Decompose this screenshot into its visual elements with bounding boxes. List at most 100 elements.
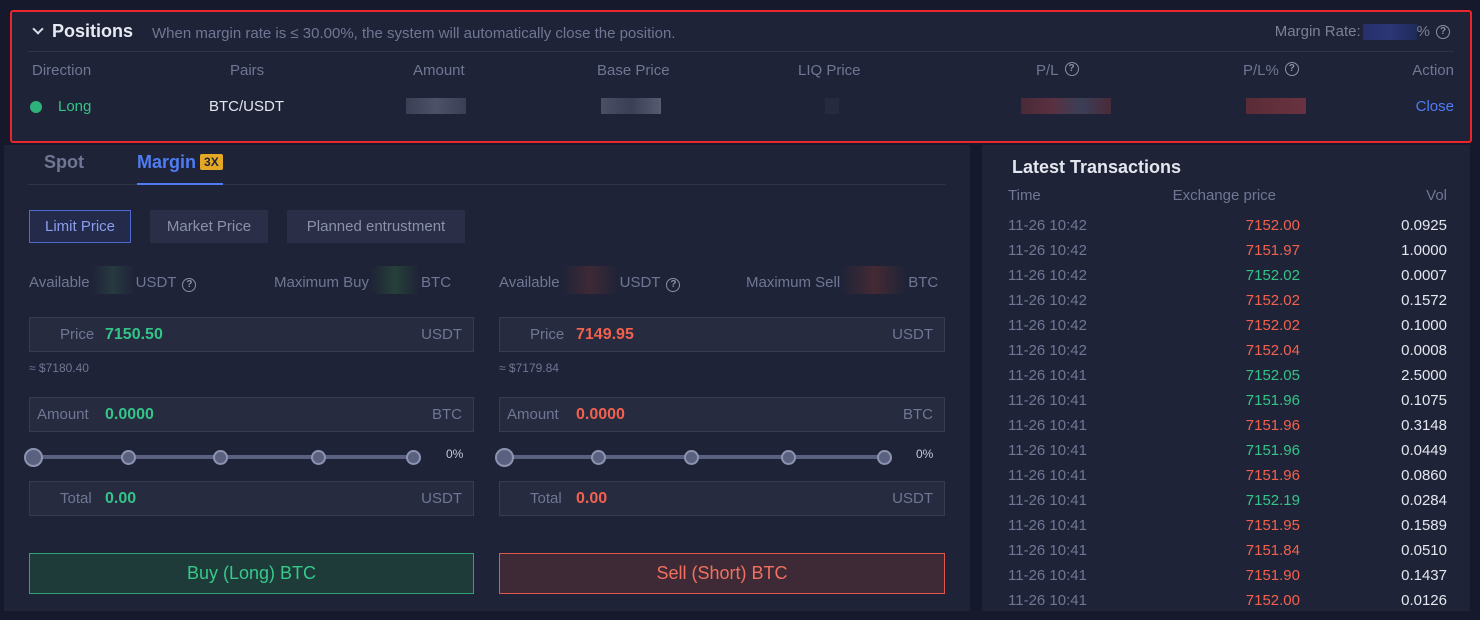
maximum-buy: Maximum Buy BTC	[274, 266, 451, 294]
slider-step-75[interactable]	[781, 450, 796, 465]
base-price-value-blurred	[601, 98, 661, 114]
col-time: Time	[1008, 187, 1041, 204]
sell-amount-input[interactable]: Amount 0.0000 BTC	[499, 397, 945, 432]
transaction-volume: 0.0008	[1401, 342, 1447, 359]
transaction-price: 7152.19	[1245, 492, 1300, 509]
trade-tabs: Spot Margin 3X	[28, 145, 946, 185]
help-icon[interactable]: ?	[666, 277, 681, 292]
list-item: 11-26 10:42 7152.02 0.1000	[982, 317, 1470, 342]
transaction-volume: 2.5000	[1401, 367, 1447, 384]
list-item: 11-26 10:42 7152.02 0.0007	[982, 267, 1470, 292]
buy-amount-slider[interactable]	[24, 447, 424, 467]
col-direction: Direction	[32, 62, 92, 79]
slider-handle[interactable]	[24, 448, 43, 467]
pair-value: BTC/USDT	[209, 98, 284, 115]
list-item: 11-26 10:42 7152.04 0.0008	[982, 342, 1470, 367]
transaction-price: 7151.96	[1245, 467, 1300, 484]
sell-short-button[interactable]: Sell (Short) BTC	[499, 553, 945, 594]
slider-handle[interactable]	[495, 448, 514, 467]
buy-amount-input[interactable]: Amount 0.0000 BTC	[29, 397, 474, 432]
positions-header: Positions When margin rate is ≤ 30.00%, …	[28, 12, 1454, 52]
help-icon[interactable]: ?	[1064, 62, 1079, 76]
list-item: 11-26 10:42 7152.00 0.0925	[982, 217, 1470, 242]
tab-margin[interactable]: Margin 3X	[137, 152, 223, 185]
slider-step-25[interactable]	[121, 450, 136, 465]
col-pl: P/L?	[1036, 62, 1079, 79]
buy-amount-value[interactable]: 0.0000	[105, 406, 154, 424]
list-item: 11-26 10:41 7152.19 0.0284	[982, 492, 1470, 517]
transaction-price: 7151.96	[1245, 392, 1300, 409]
col-amount: Amount	[413, 62, 465, 79]
sell-price-input[interactable]: Price 7149.95 USDT	[499, 317, 945, 352]
transaction-volume: 0.0510	[1401, 542, 1447, 559]
market-price-button[interactable]: Market Price	[150, 210, 268, 243]
list-item: 11-26 10:41 7152.00 0.0126	[982, 592, 1470, 617]
transaction-time: 11-26 10:41	[1008, 567, 1087, 584]
list-item: 11-26 10:41 7151.90 0.1437	[982, 567, 1470, 592]
transaction-time: 11-26 10:41	[1008, 367, 1087, 384]
list-item: 11-26 10:41 7151.96 0.3148	[982, 417, 1470, 442]
slider-step-75[interactable]	[311, 450, 326, 465]
sell-amount-slider[interactable]	[495, 447, 895, 467]
direction-value: Long	[58, 98, 92, 115]
buy-total-input[interactable]: Total 0.00 USDT	[29, 481, 474, 516]
transaction-time: 11-26 10:41	[1008, 417, 1087, 434]
transaction-volume: 0.0449	[1401, 442, 1447, 459]
buy-price-input[interactable]: Price 7150.50 USDT	[29, 317, 474, 352]
positions-title[interactable]: Positions	[52, 21, 133, 42]
transaction-volume: 0.1075	[1401, 392, 1447, 409]
transaction-price: 7152.02	[1245, 267, 1300, 284]
transaction-price: 7152.00	[1245, 592, 1300, 609]
transaction-volume: 0.0007	[1401, 267, 1447, 284]
maximum-buy-blurred	[371, 266, 420, 294]
slider-step-100[interactable]	[877, 450, 892, 465]
sell-total-value[interactable]: 0.00	[576, 490, 607, 508]
close-position-link[interactable]: Close	[1416, 98, 1454, 115]
planned-entrustment-button[interactable]: Planned entrustment	[287, 210, 465, 243]
transaction-price: 7152.04	[1245, 342, 1300, 359]
list-item: 11-26 10:41 7152.05 2.5000	[982, 367, 1470, 392]
buy-price-value[interactable]: 7150.50	[105, 326, 163, 344]
sell-amount-value[interactable]: 0.0000	[576, 406, 625, 424]
slider-step-100[interactable]	[406, 450, 421, 465]
help-icon[interactable]: ?	[1436, 24, 1450, 39]
list-item: 11-26 10:41 7151.96 0.1075	[982, 392, 1470, 417]
sell-price-value[interactable]: 7149.95	[576, 326, 634, 344]
sell-approx-usd: ≈ $7179.84	[499, 361, 559, 375]
transaction-time: 11-26 10:41	[1008, 517, 1087, 534]
slider-step-50[interactable]	[213, 450, 228, 465]
transaction-volume: 1.0000	[1401, 242, 1447, 259]
transaction-price: 7151.97	[1245, 242, 1300, 259]
slider-step-50[interactable]	[684, 450, 699, 465]
limit-price-button[interactable]: Limit Price	[29, 210, 131, 243]
buy-total-value[interactable]: 0.00	[105, 490, 136, 508]
transaction-time: 11-26 10:41	[1008, 542, 1087, 559]
help-icon[interactable]: ?	[182, 277, 197, 292]
sell-total-input[interactable]: Total 0.00 USDT	[499, 481, 945, 516]
sell-available: Available USDT?	[499, 266, 681, 294]
transaction-time: 11-26 10:42	[1008, 342, 1087, 359]
amount-value-blurred	[406, 98, 466, 114]
transaction-time: 11-26 10:41	[1008, 592, 1087, 609]
latest-transactions-panel: Latest Transactions Time Exchange price …	[982, 145, 1470, 611]
col-action: Action	[1412, 62, 1454, 79]
buy-available: Available USDT?	[29, 266, 197, 294]
pl-percent-value-blurred	[1246, 98, 1306, 114]
long-status-dot	[30, 101, 42, 113]
liq-price-value-blurred	[825, 98, 839, 114]
slider-step-25[interactable]	[591, 450, 606, 465]
tab-spot[interactable]: Spot	[44, 152, 84, 173]
margin-rate-suffix: %	[1416, 23, 1430, 40]
col-exchange-price: Exchange price	[1172, 187, 1276, 204]
help-icon[interactable]: ?	[1284, 62, 1299, 76]
transaction-volume: 0.1572	[1401, 292, 1447, 309]
chevron-down-icon[interactable]	[32, 23, 44, 35]
leverage-badge: 3X	[200, 154, 223, 170]
margin-rate: Margin Rate: % ?	[1275, 23, 1450, 40]
buy-long-button[interactable]: Buy (Long) BTC	[29, 553, 474, 594]
sell-percent: 0%	[916, 447, 934, 461]
buy-percent: 0%	[446, 447, 464, 461]
transaction-price: 7151.84	[1245, 542, 1300, 559]
transaction-time: 11-26 10:42	[1008, 317, 1087, 334]
available-btc-blurred	[561, 266, 618, 294]
